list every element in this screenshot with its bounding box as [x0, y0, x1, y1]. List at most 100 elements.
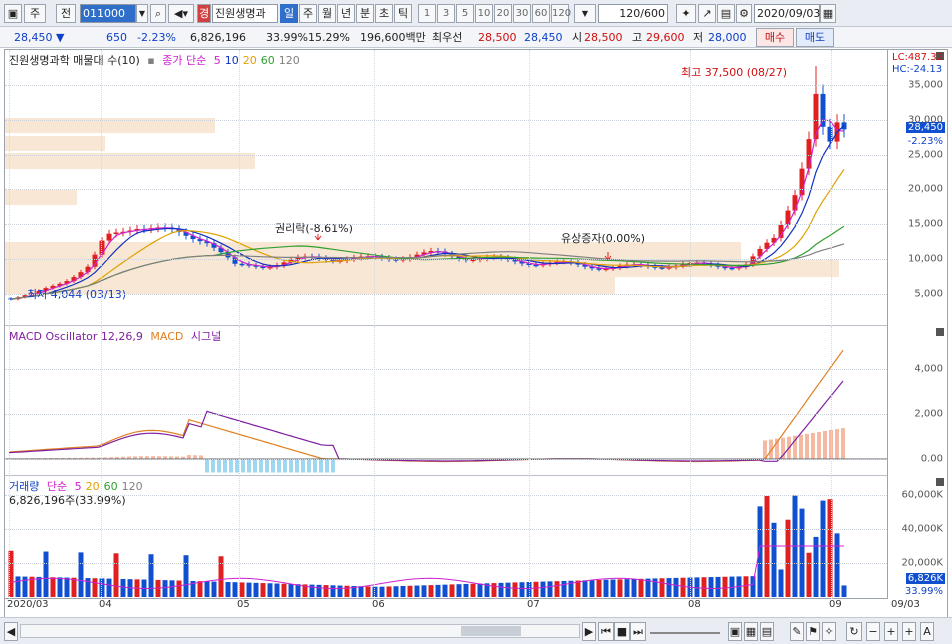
x-tick-label: 09 — [829, 599, 842, 610]
refresh-icon[interactable]: ↻ — [846, 622, 862, 641]
gridline — [5, 294, 887, 295]
period-button[interactable]: 틱 — [394, 4, 412, 23]
layout-icon[interactable]: ▣ — [728, 622, 742, 641]
count-input[interactable]: 120/600 — [598, 4, 668, 23]
volume-bar — [820, 500, 826, 597]
current-pct-tag: -2.23% — [907, 136, 943, 147]
price-value: 28,450 ▼ — [14, 31, 65, 44]
candle — [785, 210, 791, 225]
zoom-in-icon[interactable]: + — [884, 622, 898, 641]
zoom-out-icon[interactable]: − — [866, 622, 880, 641]
macd-histogram-bar — [805, 433, 809, 459]
macd-y-axis[interactable]: 4,000 2,000 0.00 — [887, 326, 947, 476]
calendar-icon[interactable]: ▦ — [820, 4, 836, 23]
month-gridline — [239, 476, 240, 599]
first-page-icon[interactable]: ⏮ — [598, 622, 614, 641]
chart-settings-icon[interactable]: ✦ — [676, 4, 696, 23]
gridline — [5, 414, 887, 415]
cursor-icon[interactable]: ↗ — [698, 4, 716, 23]
month-gridline — [831, 476, 832, 599]
period-button[interactable]: 초 — [375, 4, 393, 23]
volume-value: 6,826,196 — [190, 31, 246, 44]
volume-bar — [50, 577, 56, 597]
pin-icon[interactable]: ✧ — [822, 622, 836, 641]
last-page-icon[interactable]: ⏭ — [630, 622, 646, 641]
zoom-slider[interactable] — [650, 626, 720, 634]
interval-button[interactable]: 20 — [494, 4, 512, 23]
warning-icon[interactable]: 경 — [197, 4, 211, 23]
stop-icon[interactable]: ■ — [614, 622, 630, 641]
auto-icon[interactable]: A — [920, 622, 934, 641]
month-gridline — [831, 326, 832, 476]
gear-icon[interactable]: ⚙ — [736, 4, 752, 23]
volume-bar — [561, 580, 567, 597]
interval-button[interactable]: 120 — [551, 4, 571, 23]
volume-bar — [379, 586, 385, 597]
flag-icon[interactable]: ⚑ — [806, 622, 820, 641]
market-select[interactable]: 주 — [24, 4, 46, 23]
buy-button[interactable]: 매수 — [756, 28, 794, 47]
y-tick-label: 20,000K — [901, 557, 943, 569]
volume-bar — [659, 578, 665, 597]
fit-icon[interactable]: + — [902, 622, 916, 641]
volume-pane[interactable]: 거래량 단순 5 20 60 120 6,826,196주(33.99%) — [5, 476, 887, 599]
ask-value: 28,500 — [478, 31, 517, 44]
macd-pane[interactable]: MACD Oscillator 12,26,9 MACD 시그널 — [5, 326, 887, 476]
draw-icon[interactable]: ✎ — [790, 622, 804, 641]
code-dropdown-icon[interactable]: ▼ — [136, 4, 148, 23]
window-menu-icon[interactable]: ▣ — [4, 4, 22, 23]
horizontal-scrollbar[interactable] — [20, 624, 580, 638]
gridline — [5, 563, 887, 564]
save-icon[interactable]: ▤ — [717, 4, 735, 23]
interval-button[interactable]: 3 — [437, 4, 455, 23]
code-input[interactable]: 011000 — [80, 4, 136, 23]
scrollbar-thumb[interactable] — [461, 626, 521, 636]
month-gridline — [374, 326, 375, 476]
interval-button[interactable]: 60 — [532, 4, 550, 23]
event-rights-offering: 유상증자(0.00%) — [561, 232, 646, 245]
macd-histogram-bar — [271, 459, 275, 473]
sound-icon[interactable]: ◀▾ — [168, 4, 194, 23]
price-pane[interactable]: 진원생명과학 매물대 수(10) ▪ 종가 단순 5 10 20 60 120 최고 3… — [5, 50, 887, 326]
date-input[interactable]: 2020/09/03 — [754, 4, 820, 23]
gridline — [5, 459, 887, 460]
bottom-toolbar: ◀ ▶ ⏮ ■ ⏭ ▣ ▦ ▤ ✎ ⚑ ✧ ↻ − + + A — [0, 617, 952, 644]
scroll-right-arrow[interactable]: ▶ — [582, 622, 596, 641]
interval-dropdown-icon[interactable]: ▼ — [574, 4, 596, 23]
period-button[interactable]: 월 — [318, 4, 336, 23]
volume-bar — [519, 582, 525, 597]
volume-bar — [470, 583, 476, 597]
y-tick-label: 0.00 — [920, 453, 943, 465]
volume-bar — [267, 583, 273, 597]
interval-button[interactable]: 1 — [418, 4, 436, 23]
y-tick-label: 20,000 — [908, 183, 943, 195]
interval-button[interactable]: 5 — [456, 4, 474, 23]
company-name-field[interactable]: 진원생명과 — [212, 4, 278, 23]
macd-histogram-bar — [217, 459, 221, 473]
low-value: 28,000 — [708, 31, 747, 44]
period-button[interactable]: 일 — [280, 4, 298, 23]
volume-bar — [330, 585, 336, 597]
month-gridline — [239, 50, 240, 326]
volume-bar — [414, 585, 420, 597]
search-icon[interactable]: ⌕ — [150, 4, 166, 23]
sell-button[interactable]: 매도 — [796, 28, 834, 47]
price-y-axis[interactable]: LC:487.32 HC:-24.13 28,450 -2.23% 35,000… — [887, 50, 947, 326]
volume-y-axis[interactable]: 6,826K 33.99% 60,000K 40,000K 20,000K — [887, 476, 947, 599]
candle — [239, 263, 245, 266]
period-button[interactable]: 년 — [337, 4, 355, 23]
tile-icon[interactable]: ▤ — [760, 622, 774, 641]
interval-button[interactable]: 10 — [475, 4, 493, 23]
candle — [113, 232, 119, 235]
x-tick-label: 05 — [237, 599, 250, 610]
toolbar: ▣ 주 전 011000 ▼ ⌕ ◀▾ 경 진원생명과 일주월년분초틱 1351… — [0, 0, 952, 27]
pane-menu-icon[interactable] — [936, 328, 944, 336]
prev-button[interactable]: 전 — [56, 4, 76, 23]
interval-button[interactable]: 30 — [513, 4, 531, 23]
grid-icon[interactable]: ▦ — [744, 622, 758, 641]
volume-pct-tag: 33.99% — [904, 586, 943, 597]
period-button[interactable]: 분 — [356, 4, 374, 23]
pane-menu-icon[interactable] — [936, 478, 944, 486]
scroll-left-arrow[interactable]: ◀ — [4, 622, 18, 641]
period-button[interactable]: 주 — [299, 4, 317, 23]
